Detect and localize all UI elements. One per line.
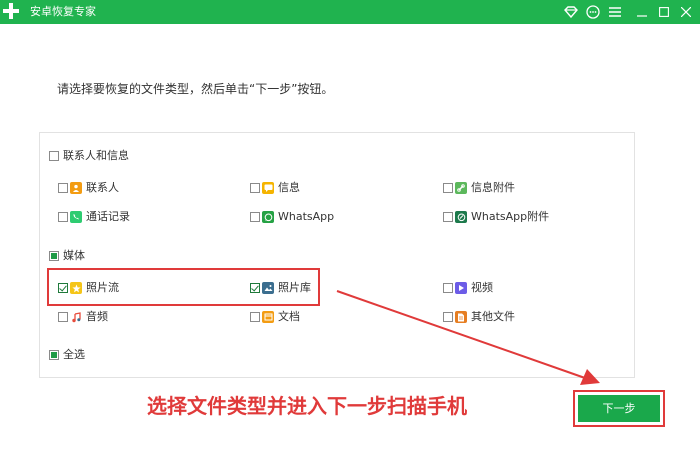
next-button[interactable]: 下一步 (578, 395, 660, 422)
annotation-text: 选择文件类型并进入下一步扫描手机 (147, 394, 467, 418)
